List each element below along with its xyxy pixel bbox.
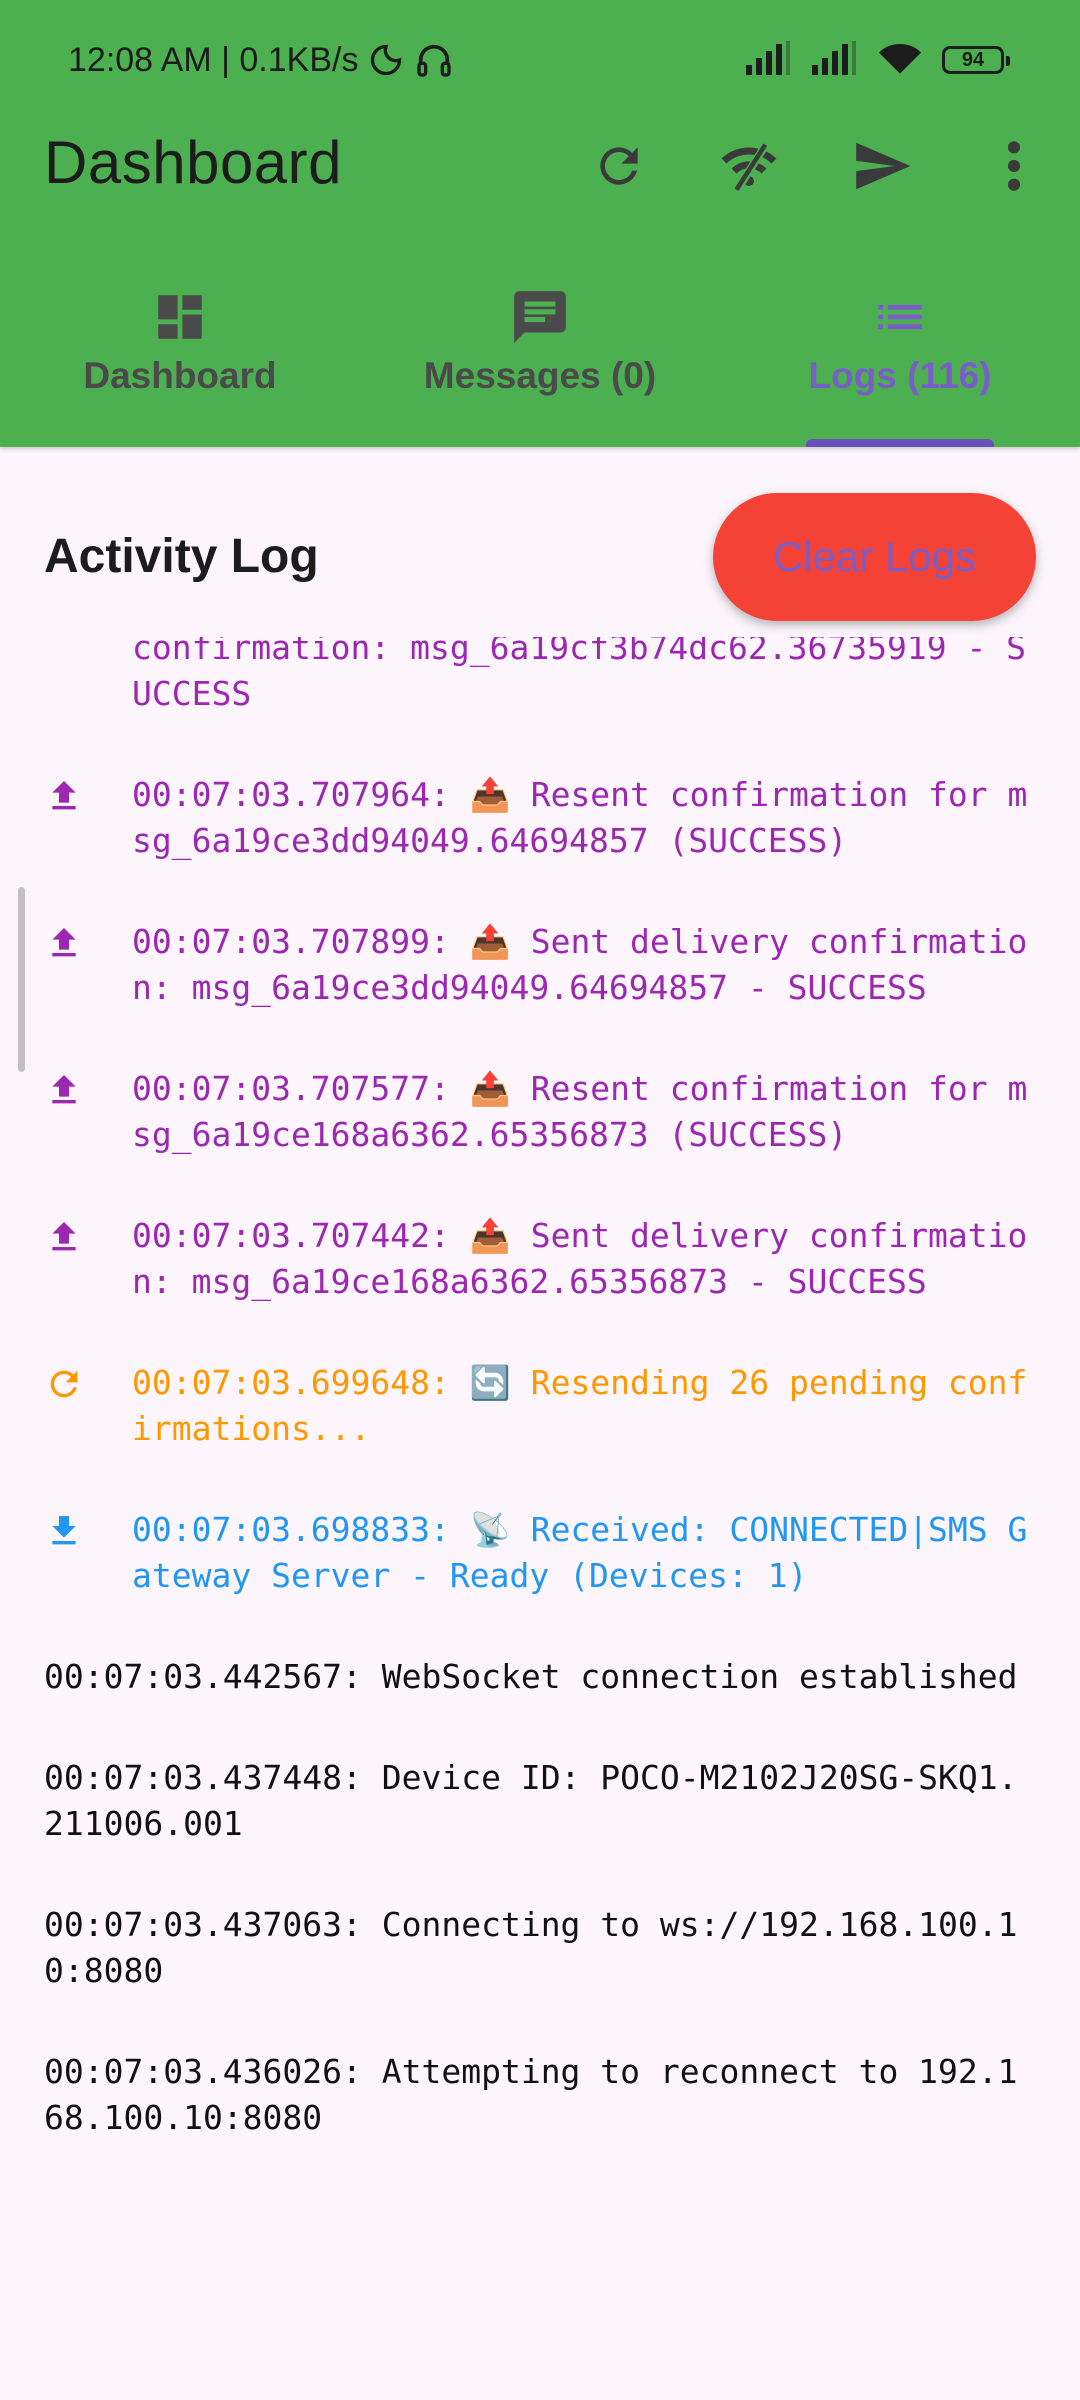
log-entry: 00:07:03.437448: Device ID: POCO-M2102J2… [44, 1755, 1036, 1902]
send-icon [856, 142, 911, 190]
upload-icon [44, 923, 84, 963]
tab-label: Logs (116) [808, 355, 992, 396]
log-text: 00:07:03.707442: 📤 Sent delivery confirm… [132, 1216, 1028, 1301]
log-header: Activity Log Clear Logs [0, 447, 1080, 637]
status-left: 12:08 AM | 0.1KB/s [68, 36, 454, 84]
upload-icon [44, 1217, 84, 1257]
section-title: Activity Log [44, 530, 319, 583]
log-list[interactable]: confirmation: msg_6a19cf3b74dc62.3673591… [44, 637, 1036, 2400]
download-icon [44, 1511, 84, 1551]
status-bar: 12:08 AM | 0.1KB/s 94 [0, 0, 1080, 120]
tab-logs[interactable]: Logs (116) [720, 265, 1080, 447]
tab-dashboard[interactable]: Dashboard [0, 265, 360, 447]
list-icon [871, 285, 929, 349]
app-bar: 12:08 AM | 0.1KB/s 94 Dashboard Dashboar… [0, 0, 1080, 447]
wifi-off-button[interactable] [713, 130, 785, 202]
tab-indicator [806, 439, 994, 447]
moon-icon [368, 42, 404, 78]
log-entry: 00:07:03.707899: 📤 Sent delivery confirm… [44, 919, 1036, 1066]
status-time-speed: 12:08 AM | 0.1KB/s [68, 40, 359, 79]
log-text: 00:07:03.698833: 📡 Received: CONNECTED|S… [132, 1510, 1028, 1595]
log-entry: 00:07:03.436026: Attempting to reconnect… [44, 2049, 1036, 2196]
log-text: 00:07:03.436026: Attempting to reconnect… [44, 2052, 1018, 2137]
signal-icon [746, 40, 792, 80]
tab-bar: Dashboard Messages (0) Logs (116) [0, 265, 1080, 447]
log-text: 00:07:03.437063: Connecting to ws://192.… [44, 1905, 1018, 1990]
wifi-off-icon [721, 141, 777, 194]
battery-icon: 94 [942, 46, 1010, 74]
log-text: 00:07:03.707577: 📤 Resent confirmation f… [132, 1069, 1028, 1154]
upload-icon [44, 1070, 84, 1110]
log-list-content: confirmation: msg_6a19cf3b74dc62.3673591… [44, 637, 1036, 2196]
tab-messages[interactable]: Messages (0) [360, 265, 720, 447]
dashboard-icon [151, 285, 209, 349]
log-text: 00:07:03.707899: 📤 Sent delivery confirm… [132, 922, 1028, 1007]
clear-logs-button[interactable]: Clear Logs [713, 493, 1036, 621]
log-entry: 00:07:03.437063: Connecting to ws://192.… [44, 1902, 1036, 2049]
log-text: confirmation: msg_6a19cf3b74dc62.3673591… [132, 637, 1027, 713]
log-text: 00:07:03.699648: 🔄 Resending 26 pending … [132, 1363, 1028, 1448]
more-vert-icon [1007, 141, 1021, 191]
send-button[interactable] [846, 130, 918, 202]
refresh-icon [44, 1364, 84, 1404]
log-entry: 00:07:03.442567: WebSocket connection es… [44, 1654, 1036, 1755]
log-entry: 00:07:03.707442: 📤 Sent delivery confirm… [44, 1213, 1036, 1360]
log-text: 00:07:03.437448: Device ID: POCO-M2102J2… [44, 1758, 1018, 1843]
log-text: 00:07:03.442567: WebSocket connection es… [44, 1657, 1018, 1696]
more-options-button[interactable] [978, 130, 1050, 202]
scrollbar-thumb[interactable] [18, 887, 25, 1072]
log-entry: 00:07:03.698833: 📡 Received: CONNECTED|S… [44, 1507, 1036, 1654]
tab-label: Messages (0) [423, 355, 657, 396]
page-title: Dashboard [44, 129, 343, 196]
signal-icon [812, 40, 858, 80]
log-entry: confirmation: msg_6a19cf3b74dc62.3673591… [44, 637, 1036, 772]
log-entry: 00:07:03.707577: 📤 Resent confirmation f… [44, 1066, 1036, 1213]
tab-label: Dashboard [83, 355, 277, 396]
headphones-icon [414, 40, 454, 80]
refresh-button[interactable] [583, 130, 655, 202]
log-entry: 00:07:03.699648: 🔄 Resending 26 pending … [44, 1360, 1036, 1507]
log-text: 00:07:03.707964: 📤 Resent confirmation f… [132, 775, 1028, 860]
log-entry: 00:07:03.707964: 📤 Resent confirmation f… [44, 772, 1036, 919]
upload-icon [44, 776, 84, 816]
status-right: 94 [746, 38, 1010, 82]
wifi-icon [878, 41, 922, 80]
refresh-icon [600, 147, 638, 185]
message-icon [509, 285, 571, 349]
